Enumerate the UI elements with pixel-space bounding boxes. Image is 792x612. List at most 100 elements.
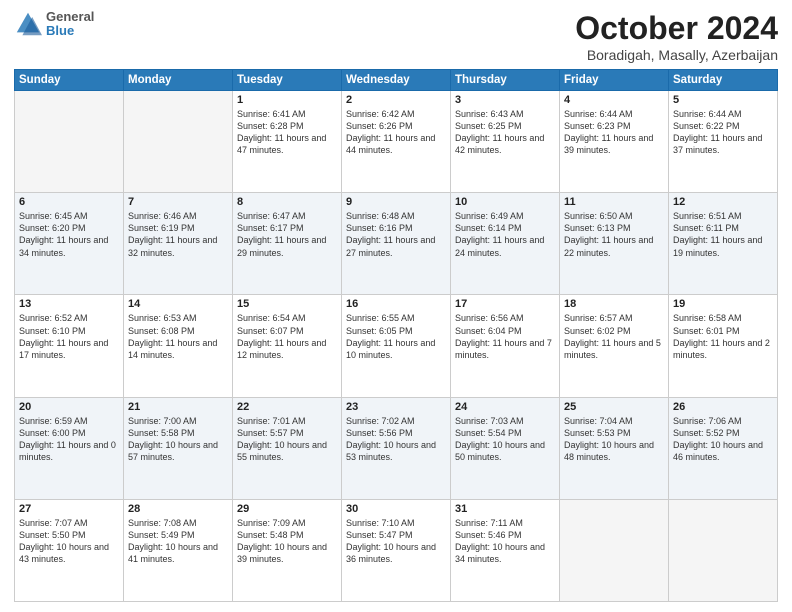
day-number: 18 <box>564 298 664 310</box>
day-number: 2 <box>346 94 446 106</box>
cell-details: Sunrise: 6:56 AMSunset: 6:04 PMDaylight:… <box>455 312 555 361</box>
calendar-cell <box>560 499 669 601</box>
calendar-cell: 19Sunrise: 6:58 AMSunset: 6:01 PMDayligh… <box>669 295 778 397</box>
col-header-wednesday: Wednesday <box>342 70 451 91</box>
calendar-cell: 26 Sunrise: 7:06 AMSunset: 5:52 PMDayligh… <box>669 397 778 499</box>
col-header-saturday: Saturday <box>669 70 778 91</box>
cell-details: Sunrise: 7:07 AMSunset: 5:50 PMDaylight:… <box>19 517 119 566</box>
calendar-cell: 29 Sunrise: 7:09 AMSunset: 5:48 PMDayligh… <box>233 499 342 601</box>
day-number: 22 <box>237 401 337 413</box>
cell-details: Sunrise: 6:57 AMSunset: 6:02 PMDaylight:… <box>564 312 664 361</box>
cell-details: Sunrise: 6:48 AMSunset: 6:16 PMDaylight:… <box>346 210 446 259</box>
cell-details: Sunrise: 6:44 AMSunset: 6:22 PMDaylight:… <box>673 108 773 157</box>
day-number: 30 <box>346 503 446 515</box>
calendar-cell: 20Sunrise: 6:59 AMSunset: 6:00 PMDayligh… <box>15 397 124 499</box>
cell-details: Sunrise: 6:58 AMSunset: 6:01 PMDaylight:… <box>673 312 773 361</box>
page: General Blue October 2024 Boradigah, Mas… <box>0 0 792 612</box>
cell-details: Sunrise: 7:00 AMSunset: 5:58 PMDaylight:… <box>128 415 228 464</box>
day-number: 11 <box>564 196 664 208</box>
cell-details: Sunrise: 6:45 AMSunset: 6:20 PMDaylight:… <box>19 210 119 259</box>
week-row-4: 20Sunrise: 6:59 AMSunset: 6:00 PMDayligh… <box>15 397 778 499</box>
cell-details: Sunrise: 7:04 AMSunset: 5:53 PMDaylight:… <box>564 415 664 464</box>
cell-details: Sunrise: 7:06 AMSunset: 5:52 PMDaylight:… <box>673 415 773 464</box>
calendar-cell: 4 Sunrise: 6:44 AMSunset: 6:23 PMDaylight… <box>560 91 669 193</box>
col-header-friday: Friday <box>560 70 669 91</box>
day-number: 7 <box>128 196 228 208</box>
day-number: 16 <box>346 298 446 310</box>
day-number: 10 <box>455 196 555 208</box>
calendar-table: SundayMondayTuesdayWednesdayThursdayFrid… <box>14 69 778 602</box>
calendar-cell <box>124 91 233 193</box>
cell-details: Sunrise: 7:03 AMSunset: 5:54 PMDaylight:… <box>455 415 555 464</box>
cell-details: Sunrise: 7:02 AMSunset: 5:56 PMDaylight:… <box>346 415 446 464</box>
cell-details: Sunrise: 6:54 AMSunset: 6:07 PMDaylight:… <box>237 312 337 361</box>
calendar-cell: 7Sunrise: 6:46 AMSunset: 6:19 PMDaylight… <box>124 193 233 295</box>
day-number: 29 <box>237 503 337 515</box>
col-header-monday: Monday <box>124 70 233 91</box>
calendar-cell: 17 Sunrise: 6:56 AMSunset: 6:04 PMDayligh… <box>451 295 560 397</box>
header: General Blue October 2024 Boradigah, Mas… <box>14 10 778 63</box>
col-header-tuesday: Tuesday <box>233 70 342 91</box>
logo-line1: General <box>46 10 94 24</box>
calendar-cell: 6 Sunrise: 6:45 AMSunset: 6:20 PMDaylight… <box>15 193 124 295</box>
cell-details: Sunrise: 6:53 AMSunset: 6:08 PMDaylight:… <box>128 312 228 361</box>
cell-details: Sunrise: 6:41 AMSunset: 6:28 PMDaylight:… <box>237 108 337 157</box>
cell-details: Sunrise: 6:49 AMSunset: 6:14 PMDaylight:… <box>455 210 555 259</box>
day-number: 17 <box>455 298 555 310</box>
calendar-cell: 28 Sunrise: 7:08 AMSunset: 5:49 PMDayligh… <box>124 499 233 601</box>
day-number: 13 <box>19 298 119 310</box>
day-number: 4 <box>564 94 664 106</box>
calendar-cell: 16Sunrise: 6:55 AMSunset: 6:05 PMDayligh… <box>342 295 451 397</box>
calendar-cell: 31 Sunrise: 7:11 AMSunset: 5:46 PMDayligh… <box>451 499 560 601</box>
cell-details: Sunrise: 6:44 AMSunset: 6:23 PMDaylight:… <box>564 108 664 157</box>
day-number: 21 <box>128 401 228 413</box>
cell-details: Sunrise: 7:08 AMSunset: 5:49 PMDaylight:… <box>128 517 228 566</box>
cell-details: Sunrise: 6:59 AMSunset: 6:00 PMDaylight:… <box>19 415 119 464</box>
calendar-header-row: SundayMondayTuesdayWednesdayThursdayFrid… <box>15 70 778 91</box>
day-number: 12 <box>673 196 773 208</box>
logo: General Blue <box>14 10 94 39</box>
day-number: 14 <box>128 298 228 310</box>
day-number: 25 <box>564 401 664 413</box>
day-number: 23 <box>346 401 446 413</box>
title-block: October 2024 Boradigah, Masally, Azerbai… <box>575 10 778 63</box>
cell-details: Sunrise: 7:11 AMSunset: 5:46 PMDaylight:… <box>455 517 555 566</box>
day-number: 31 <box>455 503 555 515</box>
calendar-cell: 30 Sunrise: 7:10 AMSunset: 5:47 PMDayligh… <box>342 499 451 601</box>
day-number: 26 <box>673 401 773 413</box>
day-number: 6 <box>19 196 119 208</box>
day-number: 24 <box>455 401 555 413</box>
col-header-thursday: Thursday <box>451 70 560 91</box>
cell-details: Sunrise: 6:43 AMSunset: 6:25 PMDaylight:… <box>455 108 555 157</box>
day-number: 28 <box>128 503 228 515</box>
day-number: 5 <box>673 94 773 106</box>
calendar-cell: 11 Sunrise: 6:50 AMSunset: 6:13 PMDayligh… <box>560 193 669 295</box>
day-number: 27 <box>19 503 119 515</box>
calendar-cell: 21 Sunrise: 7:00 AMSunset: 5:58 PMDayligh… <box>124 397 233 499</box>
calendar-cell: 12 Sunrise: 6:51 AMSunset: 6:11 PMDayligh… <box>669 193 778 295</box>
day-number: 3 <box>455 94 555 106</box>
calendar-cell: 2Sunrise: 6:42 AMSunset: 6:26 PMDaylight… <box>342 91 451 193</box>
calendar-cell <box>15 91 124 193</box>
cell-details: Sunrise: 7:09 AMSunset: 5:48 PMDaylight:… <box>237 517 337 566</box>
location: Boradigah, Masally, Azerbaijan <box>575 47 778 63</box>
cell-details: Sunrise: 6:51 AMSunset: 6:11 PMDaylight:… <box>673 210 773 259</box>
calendar-cell: 3 Sunrise: 6:43 AMSunset: 6:25 PMDaylight… <box>451 91 560 193</box>
week-row-5: 27 Sunrise: 7:07 AMSunset: 5:50 PMDayligh… <box>15 499 778 601</box>
calendar-cell <box>669 499 778 601</box>
calendar-cell: 8Sunrise: 6:47 AMSunset: 6:17 PMDaylight… <box>233 193 342 295</box>
week-row-2: 6 Sunrise: 6:45 AMSunset: 6:20 PMDaylight… <box>15 193 778 295</box>
calendar-cell: 24 Sunrise: 7:03 AMSunset: 5:54 PMDayligh… <box>451 397 560 499</box>
calendar-cell: 5 Sunrise: 6:44 AMSunset: 6:22 PMDaylight… <box>669 91 778 193</box>
day-number: 1 <box>237 94 337 106</box>
calendar-cell: 27 Sunrise: 7:07 AMSunset: 5:50 PMDayligh… <box>15 499 124 601</box>
cell-details: Sunrise: 7:10 AMSunset: 5:47 PMDaylight:… <box>346 517 446 566</box>
calendar-cell: 23 Sunrise: 7:02 AMSunset: 5:56 PMDayligh… <box>342 397 451 499</box>
logo-icon <box>14 10 42 38</box>
cell-details: Sunrise: 6:50 AMSunset: 6:13 PMDaylight:… <box>564 210 664 259</box>
calendar-cell: 22Sunrise: 7:01 AMSunset: 5:57 PMDayligh… <box>233 397 342 499</box>
calendar-cell: 13Sunrise: 6:52 AMSunset: 6:10 PMDayligh… <box>15 295 124 397</box>
week-row-3: 13Sunrise: 6:52 AMSunset: 6:10 PMDayligh… <box>15 295 778 397</box>
month-title: October 2024 <box>575 10 778 47</box>
calendar-cell: 9Sunrise: 6:48 AMSunset: 6:16 PMDaylight… <box>342 193 451 295</box>
